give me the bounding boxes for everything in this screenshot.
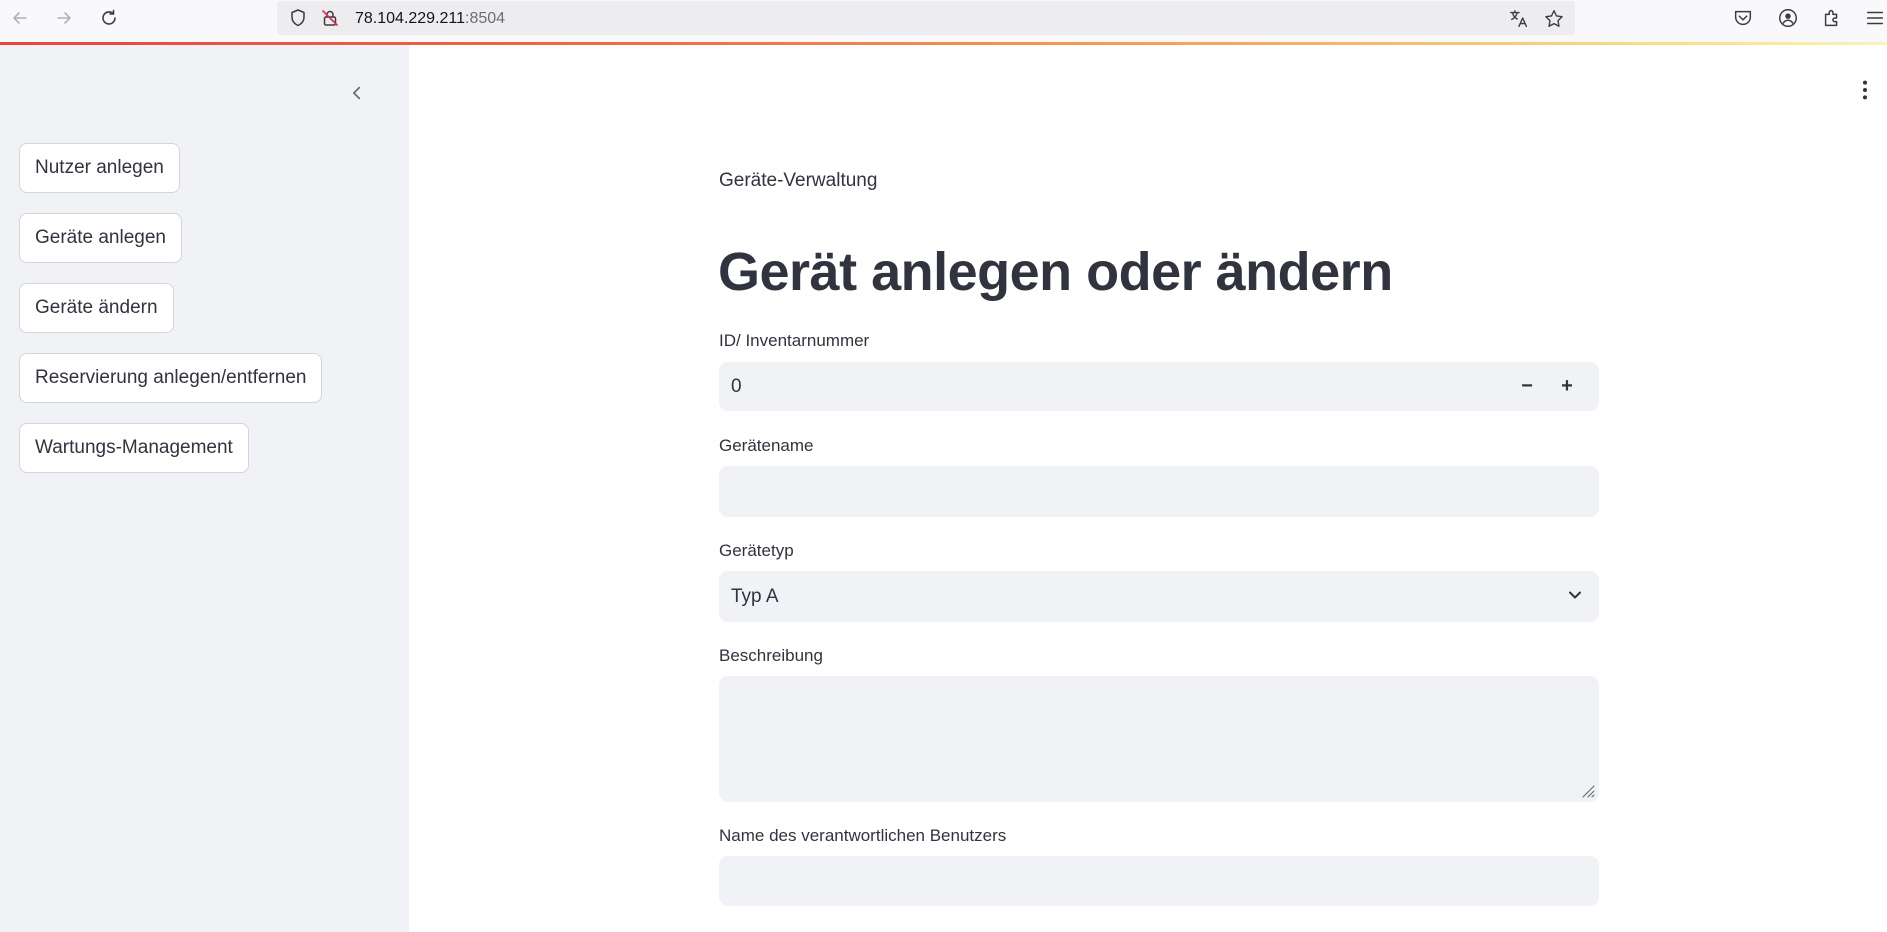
extensions-icon[interactable] — [1819, 5, 1845, 31]
main-content: Geräte-Verwaltung Gerät anlegen oder änd… — [409, 45, 1887, 932]
responsible-label: Name des verantwortlichen Benutzers — [719, 826, 1007, 845]
wartungs-management-button[interactable]: Wartungs-Management — [19, 423, 249, 473]
reservierung-button[interactable]: Reservierung anlegen/entfernen — [19, 353, 323, 403]
back-icon[interactable] — [6, 4, 34, 32]
url-port: :8504 — [465, 10, 506, 27]
chevron-down-icon — [1569, 591, 1581, 599]
insecure-lock-icon[interactable] — [319, 7, 341, 29]
browser-toolbar: 78.104.229.211:8504 — [0, 0, 1887, 43]
id-number-input[interactable]: 0 − + — [719, 362, 1599, 411]
description-label: Beschreibung — [719, 646, 823, 665]
geraete-anlegen-button[interactable]: Geräte anlegen — [19, 213, 182, 263]
id-value: 0 — [731, 376, 742, 397]
collapse-sidebar-chevron-left-icon[interactable] — [345, 81, 369, 105]
type-label: Gerätetyp — [719, 541, 794, 560]
translate-icon[interactable] — [1507, 7, 1531, 31]
url-text[interactable]: 78.104.229.211:8504 — [355, 10, 505, 28]
id-label: ID/ Inventarnummer — [719, 331, 870, 350]
nutzer-anlegen-button[interactable]: Nutzer anlegen — [19, 143, 180, 193]
geraetename-input[interactable] — [719, 466, 1599, 517]
bookmark-star-icon[interactable] — [1542, 7, 1566, 31]
page-title: Gerät anlegen oder ändern — [718, 242, 1393, 302]
name-label: Gerätename — [719, 436, 814, 455]
reload-icon[interactable] — [95, 4, 123, 32]
sidebar: Nutzer anlegen Geräte anlegen Geräte änd… — [0, 45, 409, 932]
address-bar[interactable]: 78.104.229.211:8504 — [277, 1, 1575, 35]
page-caption: Geräte-Verwaltung — [719, 170, 878, 191]
type-value: Typ A — [731, 586, 779, 607]
forward-icon[interactable] — [50, 4, 78, 32]
kebab-menu-icon[interactable] — [1853, 75, 1877, 105]
increment-button[interactable]: + — [1547, 362, 1587, 411]
beschreibung-textarea[interactable] — [719, 676, 1599, 802]
geraetetyp-select[interactable]: Typ A — [719, 571, 1599, 622]
url-host: 78.104.229.211 — [355, 10, 466, 27]
responsible-user-input[interactable] — [719, 856, 1599, 906]
menu-icon[interactable] — [1862, 5, 1887, 31]
geraete-aendern-button[interactable]: Geräte ändern — [19, 283, 174, 333]
shield-icon[interactable] — [287, 7, 309, 29]
decrement-button[interactable]: − — [1507, 362, 1547, 411]
account-icon[interactable] — [1775, 5, 1801, 31]
resize-handle-icon[interactable] — [1579, 782, 1595, 798]
pocket-icon[interactable] — [1730, 5, 1756, 31]
